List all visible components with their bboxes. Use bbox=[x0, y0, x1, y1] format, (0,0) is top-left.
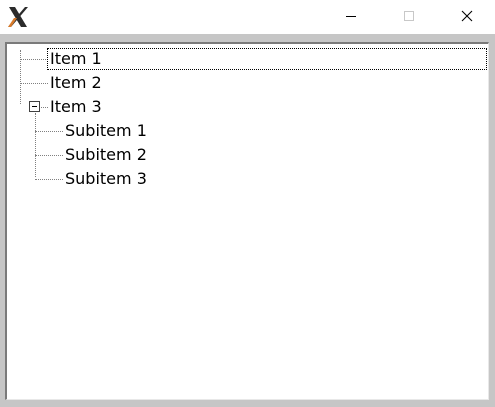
title-bar[interactable] bbox=[0, 0, 495, 34]
tree-item-label: Item 2 bbox=[50, 73, 102, 92]
tree-item-label: Subitem 2 bbox=[65, 145, 147, 164]
tree-item-subitem-1[interactable]: Subitem 1 bbox=[63, 121, 149, 141]
tree-item-subitem-3[interactable]: Subitem 3 bbox=[63, 169, 149, 189]
x-app-icon bbox=[8, 7, 28, 27]
tree-connector-subitem-2 bbox=[35, 155, 63, 156]
tree-view[interactable]: Item 1 Item 2 Item 3 Subitem 1 Subitem 2… bbox=[5, 42, 489, 400]
close-button[interactable] bbox=[444, 0, 490, 32]
tree-item-label: Item 1 bbox=[47, 48, 487, 70]
collapse-icon[interactable] bbox=[29, 101, 40, 112]
minimize-icon bbox=[346, 16, 356, 17]
minimize-button[interactable] bbox=[328, 0, 374, 32]
tree-connector-item-1 bbox=[20, 59, 48, 60]
tree-connector-item-2 bbox=[20, 83, 48, 84]
tree-item-subitem-2[interactable]: Subitem 2 bbox=[63, 145, 149, 165]
tree-connector-subitem-1 bbox=[35, 131, 63, 132]
tree-child-connector bbox=[35, 113, 36, 177]
tree-item-label: Item 3 bbox=[50, 97, 102, 116]
maximize-button[interactable] bbox=[386, 0, 432, 32]
tree-item-item-3[interactable]: Item 3 bbox=[48, 97, 104, 117]
tree-item-label: Subitem 1 bbox=[65, 121, 147, 140]
maximize-icon bbox=[404, 11, 414, 21]
tree-item-item-1[interactable]: Item 1 bbox=[47, 48, 487, 70]
close-icon bbox=[461, 10, 473, 22]
tree-item-item-2[interactable]: Item 2 bbox=[48, 73, 104, 93]
tree-connector-subitem-3 bbox=[35, 179, 63, 180]
tree-item-label: Subitem 3 bbox=[65, 169, 147, 188]
